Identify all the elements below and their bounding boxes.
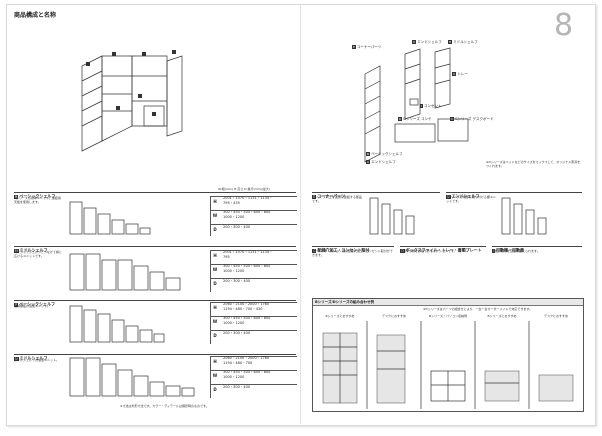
label-desk-board: C Cシリーズ デスクボード — [450, 117, 494, 121]
section-middle-shelf-header: H ミドルシェルフ — [14, 240, 296, 253]
section-basic-shelf-header: B ベーシックシェルフ — [14, 186, 296, 199]
section-basic-shelf-lineup — [69, 201, 151, 235]
section-box-file-desc: 書類や小物を整理できるオプションです。 — [400, 249, 457, 253]
comparison-illustrations — [322, 321, 574, 409]
page-fold — [300, 4, 301, 424]
section-middle-shelf-u-lineup — [69, 357, 195, 397]
left-shelf-illustration — [81, 50, 183, 152]
section-corner-parts-header: E コーナーパーツ — [312, 186, 440, 199]
section-end-shelf-header: U エンドシェルフ — [446, 186, 582, 199]
section-basic-shelf-desc: Bシリーズの基本ユニット。連結用天板を使用します。 — [14, 196, 61, 204]
page-title: 商品構成と名称 — [14, 12, 57, 19]
end-shelf-lineup — [501, 197, 547, 235]
section-middle-shelf-u-specs: H 2060・2100・2000・1760 1194・480・700 W 300・4… — [210, 356, 297, 398]
section-wiring-desc: オーディオ・パソコン用の配線穴加工やコンセント取付ができます。 — [312, 249, 393, 257]
section-middle-shelf-u-header: U ミドルシェルフ — [14, 348, 296, 361]
section-basic-shelf-p-desc: 収納棚板の追加ユニット。 — [14, 304, 50, 308]
label-end-shelf-2: U エンドシェルフ — [366, 160, 396, 164]
label-corner-parts: E コーナーパーツ — [352, 45, 382, 49]
comparison-title: Bシリーズ/Dシリーズの組み合わせ例 — [313, 299, 583, 306]
comparison-col-5: デスクにおすすめ — [543, 314, 568, 318]
comparison-col-2: デスクにおすすめ — [381, 314, 406, 318]
section-end-shelf-desc: Bシリーズの端部に取り付ける棚ユニットです。 — [446, 195, 496, 203]
label-middle-shelf: H ミドルシェルフ — [448, 40, 478, 44]
section-movable-desc: 棚板の高さを自由に変えられます。 — [492, 249, 540, 253]
section-basic-shelf-p-header: P ベーシックシェルフ — [14, 294, 296, 307]
label-basic-shelf: B ベーシックシェルフ — [366, 152, 403, 156]
comparison-note: ※Dシリーズはパーツの組合せにより、一台一台オーダーメイドで対応できます。 — [423, 307, 533, 311]
comparison-col-3: Bシリーズ・パソコン収納例 — [429, 314, 467, 318]
section-movable-header: I 可動棚・可動扉 — [492, 240, 582, 253]
section-basic-shelf-p-specs: H 2060・2100・2000・1760 1194・480・700・430 W3… — [210, 302, 297, 344]
label-end-shelf: U エンドシェルフ — [412, 40, 442, 44]
left-footnote: ※寸法は外形寸法です。カラー・ディテールは撮影時のものです。 — [120, 404, 209, 408]
section-middle-shelf-specs: H 2001・1570・1131・1134・ 795 W 300・450・500・6… — [210, 250, 297, 292]
section-basic-shelf-p-lineup — [69, 305, 165, 343]
illustration-note: ※Dシリーズはベッドなどのサイズをミックスして、オリジナル家具をつくれます。 — [486, 160, 581, 168]
label-d-series: D Dシリーズ コンテ — [398, 117, 432, 121]
label-outlet: I コンセント — [420, 104, 442, 108]
comparison-panel: Bシリーズ/Dシリーズの組み合わせ例 ※Dシリーズはパーツの組合せにより、一台一… — [312, 298, 584, 412]
section-box-file-header: D ボックスファイル・トレー・書類プレート — [400, 240, 486, 253]
section-middle-shelf-u-desc: ミドルシェルフの追加ユニット。 — [14, 358, 59, 362]
comparison-col-1: Bシリーズにおすすめ — [325, 314, 355, 318]
label-tray: U トレー — [452, 72, 468, 76]
section-middle-shelf-lineup — [69, 253, 181, 291]
section-wiring-header: C 配線穴加工・コンセント取付 — [312, 240, 394, 253]
section-middle-shelf-desc: ベーシックシェルフとつなげて横に広げるユニットです。 — [14, 250, 62, 258]
page-number: 8 — [554, 8, 574, 43]
section-basic-shelf-specs: H 2001・1570・1131・1134・ 795・435 W 300・450・5… — [210, 196, 297, 236]
section-corner-parts-desc: Bシリーズ同士を直角に連結する部品です。 — [312, 195, 362, 203]
comparison-col-4: Bシリーズにおすすめ — [487, 314, 517, 318]
corner-parts-lineup — [369, 197, 415, 235]
